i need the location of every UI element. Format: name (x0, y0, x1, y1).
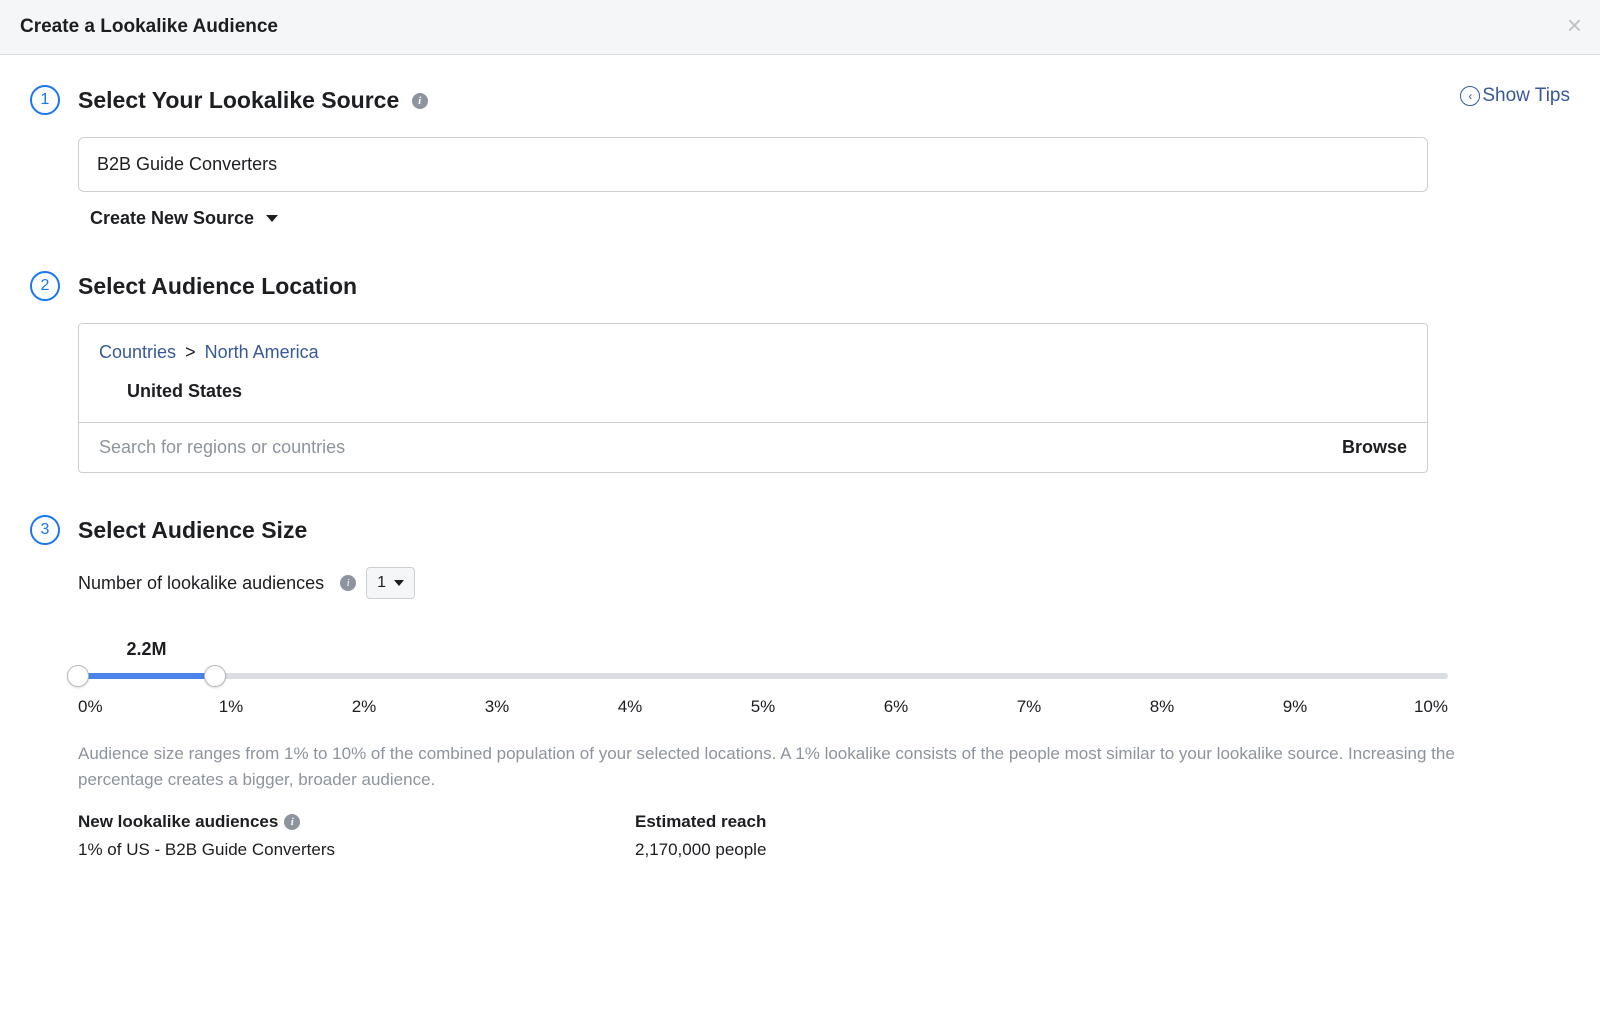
audience-count-row: Number of lookalike audiences i 1 (78, 567, 1570, 599)
summary-reach-value: 2,170,000 people (635, 840, 766, 860)
chevron-down-icon (394, 580, 404, 586)
tick-7: 7% (1009, 697, 1049, 717)
show-tips-label: Show Tips (1482, 85, 1570, 107)
create-new-source-label: Create New Source (90, 208, 254, 229)
tick-10: 10% (1408, 697, 1448, 717)
info-icon[interactable]: i (284, 814, 300, 830)
tick-2: 2% (344, 697, 384, 717)
size-help-text: Audience size ranges from 1% to 10% of t… (78, 741, 1518, 792)
show-tips-button[interactable]: ‹ Show Tips (1460, 85, 1570, 107)
location-box: Countries > North America United States … (78, 323, 1428, 473)
summary-new-value: 1% of US - B2B Guide Converters (78, 840, 335, 860)
slider-handle-max[interactable] (204, 665, 226, 687)
close-icon[interactable]: × (1567, 12, 1582, 38)
create-new-source-dropdown[interactable]: Create New Source (90, 208, 278, 229)
chevron-down-icon (266, 215, 278, 222)
location-search-input[interactable] (99, 437, 1342, 458)
lookalike-source-input[interactable] (78, 137, 1428, 192)
step-location: 2 Select Audience Location Countries > N… (30, 271, 1570, 473)
summary-reach: Estimated reach 2,170,000 people (635, 812, 766, 860)
summary-new-audiences: New lookalike audiences i 1% of US - B2B… (78, 812, 335, 860)
browse-button[interactable]: Browse (1342, 437, 1407, 458)
summary-new-head: New lookalike audiences (78, 812, 278, 832)
step-source: 1 Select Your Lookalike Source i Create … (30, 85, 1570, 229)
modal-title: Create a Lookalike Audience (20, 16, 1580, 38)
step2-title: Select Audience Location (78, 273, 357, 300)
tick-3: 3% (477, 697, 517, 717)
summary-reach-head: Estimated reach (635, 812, 766, 832)
info-icon[interactable]: i (340, 575, 356, 591)
tick-0: 0% (78, 697, 118, 717)
tick-9: 9% (1275, 697, 1315, 717)
step1-title: Select Your Lookalike Source i (78, 87, 428, 114)
chevron-left-icon: ‹ (1460, 86, 1480, 106)
step3-title: Select Audience Size (78, 517, 307, 544)
slider-ticks: 0% 1% 2% 3% 4% 5% 6% 7% 8% 9% 10% (78, 697, 1448, 717)
step1-title-text: Select Your Lookalike Source (78, 87, 399, 113)
modal-header: Create a Lookalike Audience × (0, 0, 1600, 55)
info-icon[interactable]: i (412, 93, 428, 109)
step-size: 3 Select Audience Size Number of lookali… (30, 515, 1570, 860)
step-number-1: 1 (30, 85, 60, 115)
size-slider: 2.2M 0% 1% 2% 3% 4% 5% 6% 7% 8% 9% (78, 639, 1448, 717)
tick-6: 6% (876, 697, 916, 717)
tick-4: 4% (610, 697, 650, 717)
breadcrumb-countries[interactable]: Countries (99, 342, 176, 362)
slider-handle-min[interactable] (67, 665, 89, 687)
slider-track[interactable] (78, 673, 1448, 679)
location-search-row: Browse (79, 422, 1427, 472)
breadcrumb-region[interactable]: North America (205, 342, 319, 362)
slider-fill (78, 673, 215, 679)
step-number-3: 3 (30, 515, 60, 545)
step-number-2: 2 (30, 271, 60, 301)
audience-count-label: Number of lookalike audiences (78, 573, 324, 594)
audience-count-select[interactable]: 1 (366, 567, 415, 599)
tick-8: 8% (1142, 697, 1182, 717)
summary-row: New lookalike audiences i 1% of US - B2B… (78, 812, 1570, 860)
selected-country[interactable]: United States (79, 373, 1427, 422)
tick-5: 5% (743, 697, 783, 717)
breadcrumb-separator: > (185, 342, 196, 362)
modal-content: ‹ Show Tips 1 Select Your Lookalike Sour… (0, 55, 1600, 942)
location-breadcrumb: Countries > North America (79, 324, 1427, 373)
audience-count-value: 1 (377, 574, 386, 592)
tick-1: 1% (211, 697, 251, 717)
slider-value-label: 2.2M (126, 639, 166, 660)
